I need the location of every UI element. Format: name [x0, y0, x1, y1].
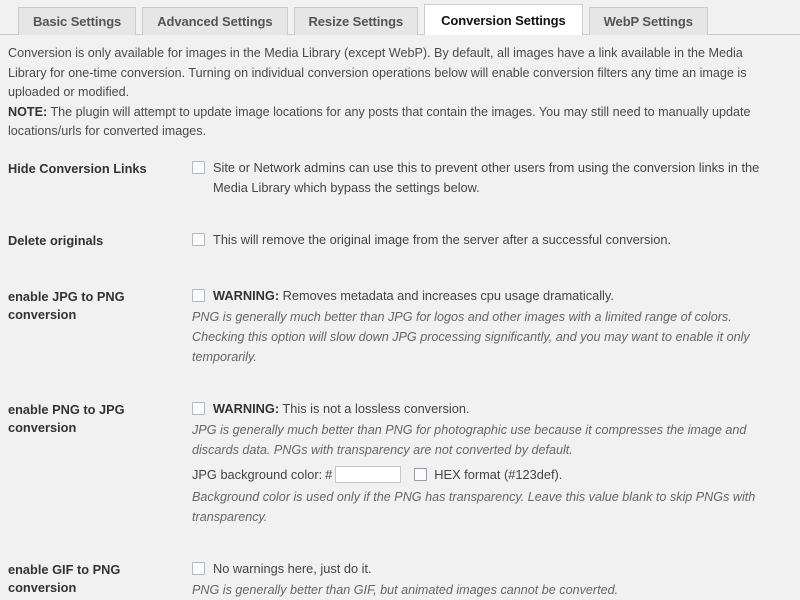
warning-label-jpg-to-png: WARNING:: [213, 287, 280, 303]
hex-format-label: HEX format (#123def).: [434, 466, 563, 482]
setting-label-png-to-jpg: enable PNG to JPG conversion: [8, 401, 125, 435]
tab-resize-settings[interactable]: Resize Settings: [293, 7, 419, 35]
checkbox-label-png-to-jpg: WARNING: This is not a lossless conversi…: [213, 399, 786, 419]
jpg-background-color-row: JPG background color: # HEX format (#123…: [192, 465, 786, 483]
description-jpg-to-png: PNG is generally much better than JPG fo…: [192, 309, 750, 364]
setting-row-hide-conversion-links: Hide Conversion Links Site or Network ad…: [0, 158, 800, 198]
checkbox-label-gif-to-png: No warnings here, just do it.: [213, 560, 372, 576]
warning-label-png-to-jpg: WARNING:: [213, 400, 280, 416]
row-spacer: [0, 527, 800, 559]
row-spacer: [0, 367, 800, 399]
footnote-png-to-jpg: Background color is used only if the PNG…: [192, 489, 756, 524]
setting-row-gif-to-png: enable GIF to PNG conversion No warnings…: [0, 559, 800, 600]
tab-basic-settings[interactable]: Basic Settings: [18, 7, 137, 35]
intro-note: NOTE: The plugin will attempt to update …: [8, 103, 784, 142]
jpg-background-color-input[interactable]: [335, 465, 402, 483]
row-spacer: [0, 250, 800, 286]
checkbox-hex-format[interactable]: [414, 467, 428, 481]
checkbox-label-hide-conversion-links: Site or Network admins can use this to p…: [213, 159, 760, 195]
jpg-background-color-label: JPG background color:: [192, 466, 323, 482]
row-spacer: [0, 198, 800, 230]
checkbox-label-delete-originals: This will remove the original image from…: [213, 231, 672, 247]
intro-description: Conversion is only available for images …: [0, 35, 800, 142]
checkbox-jpg-to-png[interactable]: [192, 288, 205, 302]
description-gif-to-png: PNG is generally better than GIF, but an…: [192, 582, 619, 597]
warning-text-jpg-to-png: Removes metadata and increases cpu usage…: [279, 287, 614, 303]
setting-row-delete-originals: Delete originals This will remove the or…: [0, 230, 800, 250]
note-label: NOTE:: [8, 104, 48, 119]
settings-tab-bar: Basic Settings Advanced Settings Resize …: [0, 0, 800, 35]
setting-label-jpg-to-png: enable JPG to PNG conversion: [8, 288, 125, 322]
setting-label-hide-conversion-links: Hide Conversion Links: [8, 160, 147, 176]
intro-paragraph: Conversion is only available for images …: [8, 46, 747, 99]
checkbox-label-jpg-to-png: WARNING: Removes metadata and increases …: [213, 286, 786, 306]
tab-advanced-settings[interactable]: Advanced Settings: [142, 7, 288, 35]
hash-symbol: #: [325, 466, 333, 482]
checkbox-png-to-jpg[interactable]: [192, 401, 205, 415]
description-png-to-jpg: JPG is generally much better than PNG fo…: [192, 422, 747, 457]
tab-webp-settings[interactable]: WebP Settings: [588, 7, 708, 35]
checkbox-hide-conversion-links[interactable]: [192, 160, 205, 174]
checkbox-delete-originals[interactable]: [192, 232, 205, 246]
setting-row-jpg-to-png: enable JPG to PNG conversion WARNING: Re…: [0, 286, 800, 367]
setting-label-gif-to-png: enable GIF to PNG conversion: [8, 561, 121, 595]
tab-conversion-settings[interactable]: Conversion Settings: [424, 4, 583, 35]
checkbox-gif-to-png[interactable]: [192, 561, 205, 575]
setting-label-delete-originals: Delete originals: [8, 232, 104, 248]
note-text: The plugin will attempt to update image …: [8, 104, 751, 139]
warning-text-png-to-jpg: This is not a lossless conversion.: [279, 400, 470, 416]
setting-row-png-to-jpg: enable PNG to JPG conversion WARNING: Th…: [0, 399, 800, 527]
conversion-settings-list: Hide Conversion Links Site or Network ad…: [0, 158, 800, 600]
